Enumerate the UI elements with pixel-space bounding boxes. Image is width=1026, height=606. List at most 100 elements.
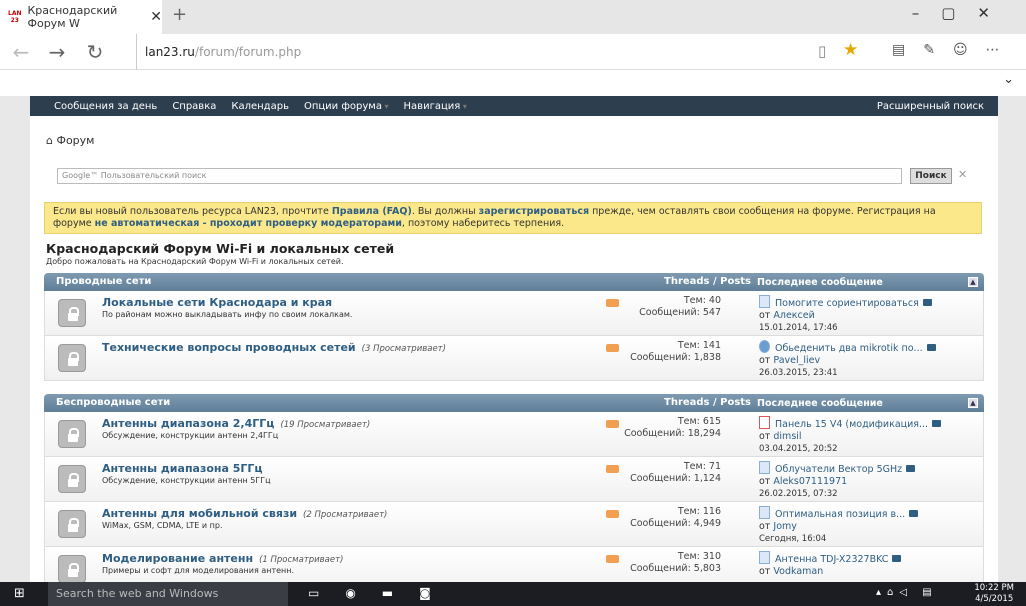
site-favicon-icon: LAN 23 xyxy=(8,10,22,24)
section-name[interactable]: Проводные сети xyxy=(56,273,151,291)
forum-lock-icon xyxy=(58,299,86,327)
taskbar-apps[interactable]: ▭◉▬◙ xyxy=(308,586,457,600)
search-button[interactable]: Поиск xyxy=(910,168,952,184)
post-count: Сообщений: 5,803 xyxy=(630,563,721,574)
last-post-author[interactable]: Алексей xyxy=(773,310,814,321)
register-link[interactable]: зарегистрироваться xyxy=(479,206,589,217)
go-to-post-icon[interactable] xyxy=(932,420,942,427)
clear-search-icon[interactable]: ✕ xyxy=(958,168,967,181)
thread-count: Тем: 615 xyxy=(677,416,721,427)
last-post-author[interactable]: Aleks07111971 xyxy=(773,476,847,487)
forum-row: Антенны для мобильной связи (2 Просматрив… xyxy=(44,502,984,547)
favorite-star-icon[interactable]: ★ xyxy=(843,40,858,60)
last-post-author[interactable]: Jomy xyxy=(773,521,797,532)
viewing-count: (3 Просматривает) xyxy=(361,344,446,354)
last-post-author[interactable]: Vodkaman xyxy=(773,566,823,577)
forum-row: Антенны диапазона 2,4ГГц (19 Просматривае… xyxy=(44,412,984,457)
post-count: Сообщений: 1,124 xyxy=(630,473,721,484)
forum-row: Антенны диапазона 5ГГц Обсуждение, конст… xyxy=(44,457,984,502)
rss-icon[interactable] xyxy=(606,555,619,563)
forward-icon[interactable]: → xyxy=(42,34,72,70)
last-post-link[interactable]: Облучатели Вектор 5GHz xyxy=(759,464,902,475)
forum-title-link[interactable]: Антенны для мобильной связи xyxy=(102,507,297,520)
last-post-date: Сегодня, 16:04 xyxy=(759,534,827,544)
thread-count: Тем: 40 xyxy=(683,295,721,306)
last-post-link[interactable]: Помогите сориентироваться xyxy=(759,298,919,309)
last-post-author[interactable]: dimsil xyxy=(773,431,801,442)
threads-posts-header: Threads / Posts xyxy=(664,276,752,287)
last-post-link[interactable]: Панель 15 V4 (модификация... xyxy=(759,419,928,430)
rss-icon[interactable] xyxy=(606,299,619,307)
windows-start-icon[interactable]: ⊞ xyxy=(14,586,25,601)
go-to-post-icon[interactable] xyxy=(892,555,902,562)
tab-title: Краснодарский Форум W xyxy=(27,4,118,30)
last-post-date: 15.01.2014, 17:46 xyxy=(759,323,838,333)
forum-title-link[interactable]: Антенны диапазона 2,4ГГц xyxy=(102,417,274,430)
browser-tab[interactable]: LAN 23 Краснодарский Форум W ✕ xyxy=(0,0,162,34)
forum-row: Технические вопросы проводных сетей (3 Пр… xyxy=(44,336,984,381)
thread-count: Тем: 71 xyxy=(683,461,721,472)
last-post-link[interactable]: Обьеденить два mikrotik по... xyxy=(759,343,923,354)
refresh-icon[interactable]: ↻ xyxy=(80,34,110,70)
collapse-icon[interactable]: ▲ xyxy=(968,398,978,408)
forum-description: WiMax, GSM, CDMA, LTE и пр. xyxy=(102,521,223,530)
go-to-post-icon[interactable] xyxy=(906,465,916,472)
by-label: от xyxy=(759,355,771,366)
forum-title-link[interactable]: Локальные сети Краснодара и края xyxy=(102,296,332,309)
clock[interactable]: 10:22 PM 4/5/2015 xyxy=(974,583,1014,605)
new-tab-icon[interactable]: + xyxy=(172,4,187,25)
moderation-link[interactable]: не автоматическая - проходит проверку мо… xyxy=(95,218,402,229)
reading-view-icon[interactable]: ▯ xyxy=(818,42,826,60)
nav-daily-posts[interactable]: Сообщения за день xyxy=(54,101,157,112)
close-tab-icon[interactable]: ✕ xyxy=(150,9,162,25)
thread-count: Тем: 141 xyxy=(677,340,721,351)
go-to-post-icon[interactable] xyxy=(926,344,936,351)
by-label: от xyxy=(759,566,771,577)
last-post-link[interactable]: Оптимальная позиция в... xyxy=(759,509,905,520)
rules-link[interactable]: Правила (FAQ) xyxy=(332,206,412,217)
forum-title-link[interactable]: Технические вопросы проводных сетей xyxy=(102,341,356,354)
rss-icon[interactable] xyxy=(606,510,619,518)
go-to-post-icon[interactable] xyxy=(909,510,919,517)
search-input[interactable]: Google™ Пользовательский поиск xyxy=(57,168,902,184)
go-to-post-icon[interactable] xyxy=(922,299,932,306)
by-label: от xyxy=(759,310,771,321)
last-post-date: 26.02.2015, 07:32 xyxy=(759,489,838,499)
nav-forum-options[interactable]: Опции форума ▾ xyxy=(304,101,389,112)
rss-icon[interactable] xyxy=(606,344,619,352)
forum-lock-icon xyxy=(58,465,86,493)
nav-navigation[interactable]: Навигация ▾ xyxy=(404,101,467,112)
advanced-search-link[interactable]: Расширенный поиск xyxy=(877,101,984,112)
window-controls[interactable]: –▢✕ xyxy=(912,4,1012,22)
forum-lock-icon xyxy=(58,555,86,583)
last-post-author[interactable]: Pavel_liev xyxy=(773,355,820,366)
forum-row: Локальные сети Краснодара и края По райо… xyxy=(44,291,984,336)
viewing-count: (2 Просматривает) xyxy=(303,510,388,520)
url-field[interactable]: lan23.ru/forum/forum.php xyxy=(136,34,301,70)
by-label: от xyxy=(759,476,771,487)
forum-navbar: Сообщения за день Справка Календарь Опци… xyxy=(30,96,998,116)
nav-calendar[interactable]: Календарь xyxy=(231,101,289,112)
viewing-count: (1 Просматривает) xyxy=(259,555,344,565)
collapse-icon[interactable]: ▲ xyxy=(968,277,978,287)
rss-icon[interactable] xyxy=(606,420,619,428)
chevron-down-icon[interactable]: ⌄ xyxy=(1003,72,1014,87)
by-label: от xyxy=(759,521,771,532)
nav-help[interactable]: Справка xyxy=(172,101,216,112)
last-post-link[interactable]: Антенна TDJ-X2327BKC xyxy=(759,554,888,565)
forum-title: Краснодарский Форум Wi-Fi и локальных се… xyxy=(46,241,395,256)
system-tray-icons[interactable]: ▴⌂◁ ▤ xyxy=(876,587,938,598)
forum-title-link[interactable]: Антенны диапазона 5ГГц xyxy=(102,462,263,475)
forum-lock-icon xyxy=(58,420,86,448)
forum-subtitle: Добро пожаловать на Краснодарский Форум … xyxy=(46,257,344,266)
notice-banner: Если вы новый пользователь ресурса LAN23… xyxy=(44,202,982,234)
back-icon[interactable]: ← xyxy=(6,34,36,70)
rss-icon[interactable] xyxy=(606,465,619,473)
breadcrumb[interactable]: ⌂ Форум xyxy=(46,134,94,147)
forum-title-link[interactable]: Моделирование антенн xyxy=(102,552,253,565)
toolbar-icons[interactable]: ▤✎☺⋯ xyxy=(892,42,1018,58)
section-name[interactable]: Беспроводные сети xyxy=(56,394,170,412)
taskbar-search[interactable]: Search the web and Windows xyxy=(48,582,288,606)
post-count: Сообщений: 4,949 xyxy=(630,518,721,529)
forum-description: По районам можно выкладывать инфу по сво… xyxy=(102,310,353,319)
